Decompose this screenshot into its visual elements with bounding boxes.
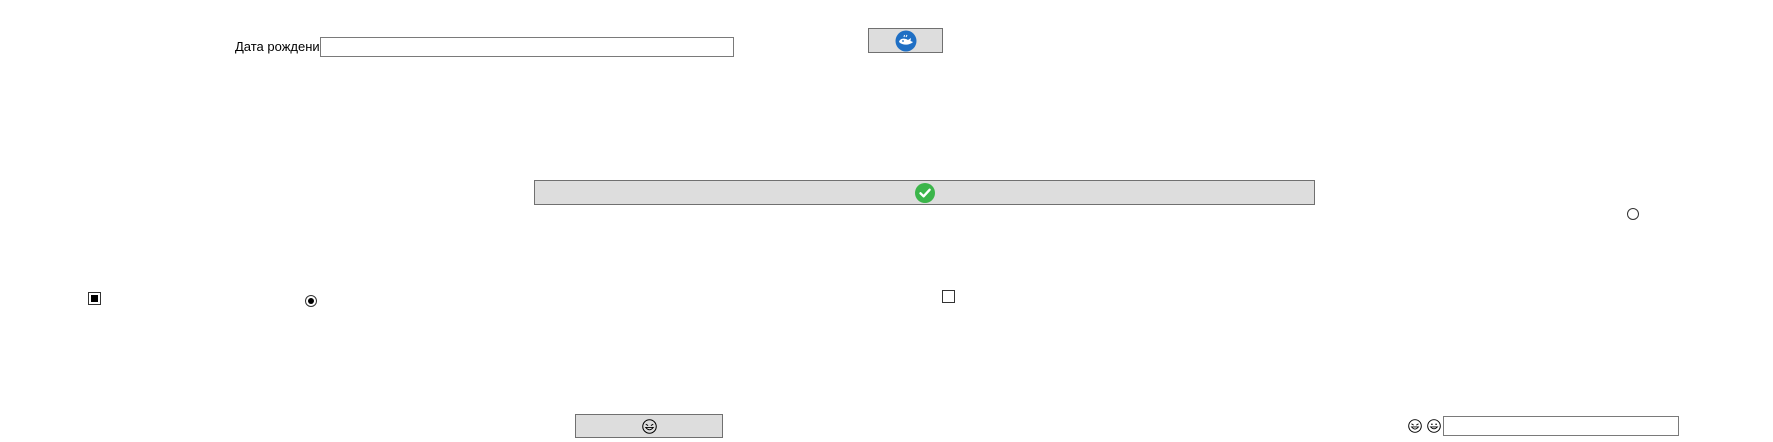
window-canvas: Дата рождения — [0, 0, 1773, 442]
grinning-face-icon — [1427, 419, 1441, 433]
radio-left[interactable] — [305, 295, 317, 307]
checkbox-left-fill — [91, 295, 98, 302]
birth-date-input[interactable] — [320, 37, 734, 57]
whale-icon — [895, 30, 916, 51]
green-checkmark-icon — [914, 182, 935, 203]
checkbox-left[interactable] — [88, 292, 101, 305]
bottom-text-input[interactable] — [1443, 416, 1679, 436]
checkbox-middle[interactable] — [942, 290, 955, 303]
confirm-wide-button[interactable] — [534, 180, 1315, 205]
radio-right[interactable] — [1627, 208, 1639, 220]
laughing-face-icon — [1408, 419, 1422, 433]
emoji-button[interactable] — [575, 414, 723, 438]
whale-button[interactable] — [868, 28, 943, 53]
laughing-face-icon — [641, 418, 657, 434]
birth-date-label: Дата рождения — [235, 39, 327, 54]
radio-left-dot — [308, 298, 314, 304]
